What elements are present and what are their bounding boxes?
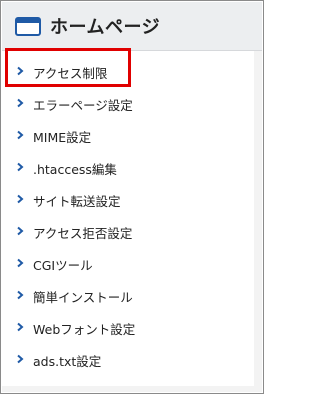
window-icon bbox=[15, 17, 41, 36]
panel-footer bbox=[2, 386, 262, 392]
menu-item-cgi-tools[interactable]: CGIツール bbox=[2, 247, 262, 279]
menu-item-error-page[interactable]: エラーページ設定 bbox=[2, 87, 262, 119]
chevron-right-icon bbox=[17, 290, 24, 300]
chevron-right-icon bbox=[17, 130, 24, 140]
menu-item-label: エラーページ設定 bbox=[33, 98, 133, 113]
menu-item-label: MIME設定 bbox=[33, 130, 92, 145]
menu-item-label: アクセス制限 bbox=[33, 66, 108, 81]
chevron-right-icon bbox=[17, 98, 24, 108]
panel-header: ホームページ bbox=[2, 2, 262, 51]
chevron-right-icon bbox=[17, 258, 24, 268]
menu-item-htaccess[interactable]: .htaccess編集 bbox=[2, 151, 262, 183]
chevron-right-icon bbox=[17, 354, 24, 364]
chevron-right-icon bbox=[17, 194, 24, 204]
menu-item-site-redirect[interactable]: サイト転送設定 bbox=[2, 183, 262, 215]
menu-item-mime[interactable]: MIME設定 bbox=[2, 119, 262, 151]
menu-item-label: 簡単インストール bbox=[33, 290, 133, 305]
menu-item-access-restriction[interactable]: アクセス制限 bbox=[2, 55, 262, 87]
menu-item-label: アクセス拒否設定 bbox=[33, 226, 133, 241]
scroll-track bbox=[254, 51, 262, 392]
sidebar-panel: ホームページ アクセス制限 エラーページ設定 MIME設定 .htaccess編… bbox=[0, 0, 264, 394]
menu-item-label: サイト転送設定 bbox=[33, 194, 121, 209]
menu-item-easy-install[interactable]: 簡単インストール bbox=[2, 279, 262, 311]
chevron-right-icon bbox=[17, 162, 24, 172]
menu-item-label: .htaccess編集 bbox=[33, 162, 117, 177]
menu-list: アクセス制限 エラーページ設定 MIME設定 .htaccess編集 サイト転送… bbox=[2, 51, 262, 375]
menu-item-label: Webフォント設定 bbox=[33, 322, 136, 337]
menu-item-label: CGIツール bbox=[33, 258, 93, 273]
menu-item-web-font[interactable]: Webフォント設定 bbox=[2, 311, 262, 343]
chevron-right-icon bbox=[17, 322, 24, 332]
menu-item-ads-txt[interactable]: ads.txt設定 bbox=[2, 343, 262, 375]
chevron-right-icon bbox=[17, 226, 24, 236]
panel-title: ホームページ bbox=[50, 17, 161, 38]
chevron-right-icon bbox=[17, 66, 24, 76]
menu-item-label: ads.txt設定 bbox=[33, 354, 102, 369]
menu-item-access-deny[interactable]: アクセス拒否設定 bbox=[2, 215, 262, 247]
